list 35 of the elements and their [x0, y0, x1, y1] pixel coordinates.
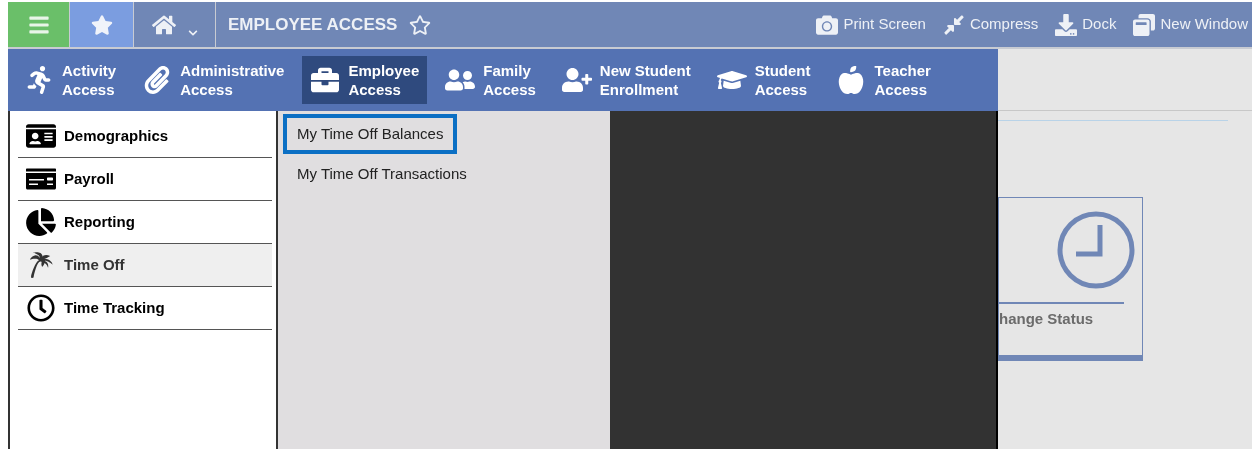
- id-card-icon: [26, 122, 56, 150]
- page-title: EMPLOYEE ACCESS: [228, 13, 398, 36]
- sidebar-item[interactable]: Time Tracking: [18, 287, 272, 330]
- windows-icon: [1132, 13, 1157, 36]
- module-tab[interactable]: Family Access: [437, 56, 544, 104]
- clock-icon: [1055, 210, 1136, 290]
- star-icon: [90, 13, 113, 36]
- toolbar-button[interactable]: Dock: [1054, 13, 1117, 36]
- toolbar-button[interactable]: Print Screen: [815, 13, 926, 36]
- user-add-icon: [561, 66, 592, 94]
- module-tab[interactable]: Activity Access: [16, 56, 125, 104]
- briefcase-icon: [310, 66, 341, 94]
- star-outline-icon[interactable]: [409, 13, 432, 36]
- sidebar-item[interactable]: Time Off: [18, 244, 272, 287]
- favorites-button[interactable]: [70, 2, 134, 47]
- pie-chart-icon: [26, 208, 56, 236]
- camera-icon: [815, 13, 840, 36]
- module-tab[interactable]: New Student Enrollment: [553, 56, 699, 104]
- chevron-down-icon: [187, 27, 198, 38]
- module-tab[interactable]: Administrative Access: [134, 56, 293, 104]
- toolbar-button[interactable]: Compress: [941, 13, 1039, 36]
- card-label: hange Status: [999, 309, 1094, 329]
- submenu-item[interactable]: My Time Off Balances: [283, 114, 458, 154]
- download-icon: [1054, 13, 1079, 36]
- sidebar-item[interactable]: Payroll: [18, 158, 272, 201]
- status-card[interactable]: hange Status: [998, 197, 1143, 361]
- menu-button[interactable]: [8, 2, 70, 47]
- home-icon: [151, 13, 176, 36]
- module-tab[interactable]: Employee Access: [302, 56, 428, 104]
- toolbar-button[interactable]: New Window: [1132, 13, 1248, 36]
- submenu-item[interactable]: My Time Off Transactions: [283, 154, 481, 194]
- module-tab[interactable]: Teacher Access: [828, 56, 939, 104]
- clock-icon: [26, 294, 56, 322]
- module-tab[interactable]: Student Access: [708, 56, 819, 104]
- sidebar-item[interactable]: Demographics: [18, 115, 272, 158]
